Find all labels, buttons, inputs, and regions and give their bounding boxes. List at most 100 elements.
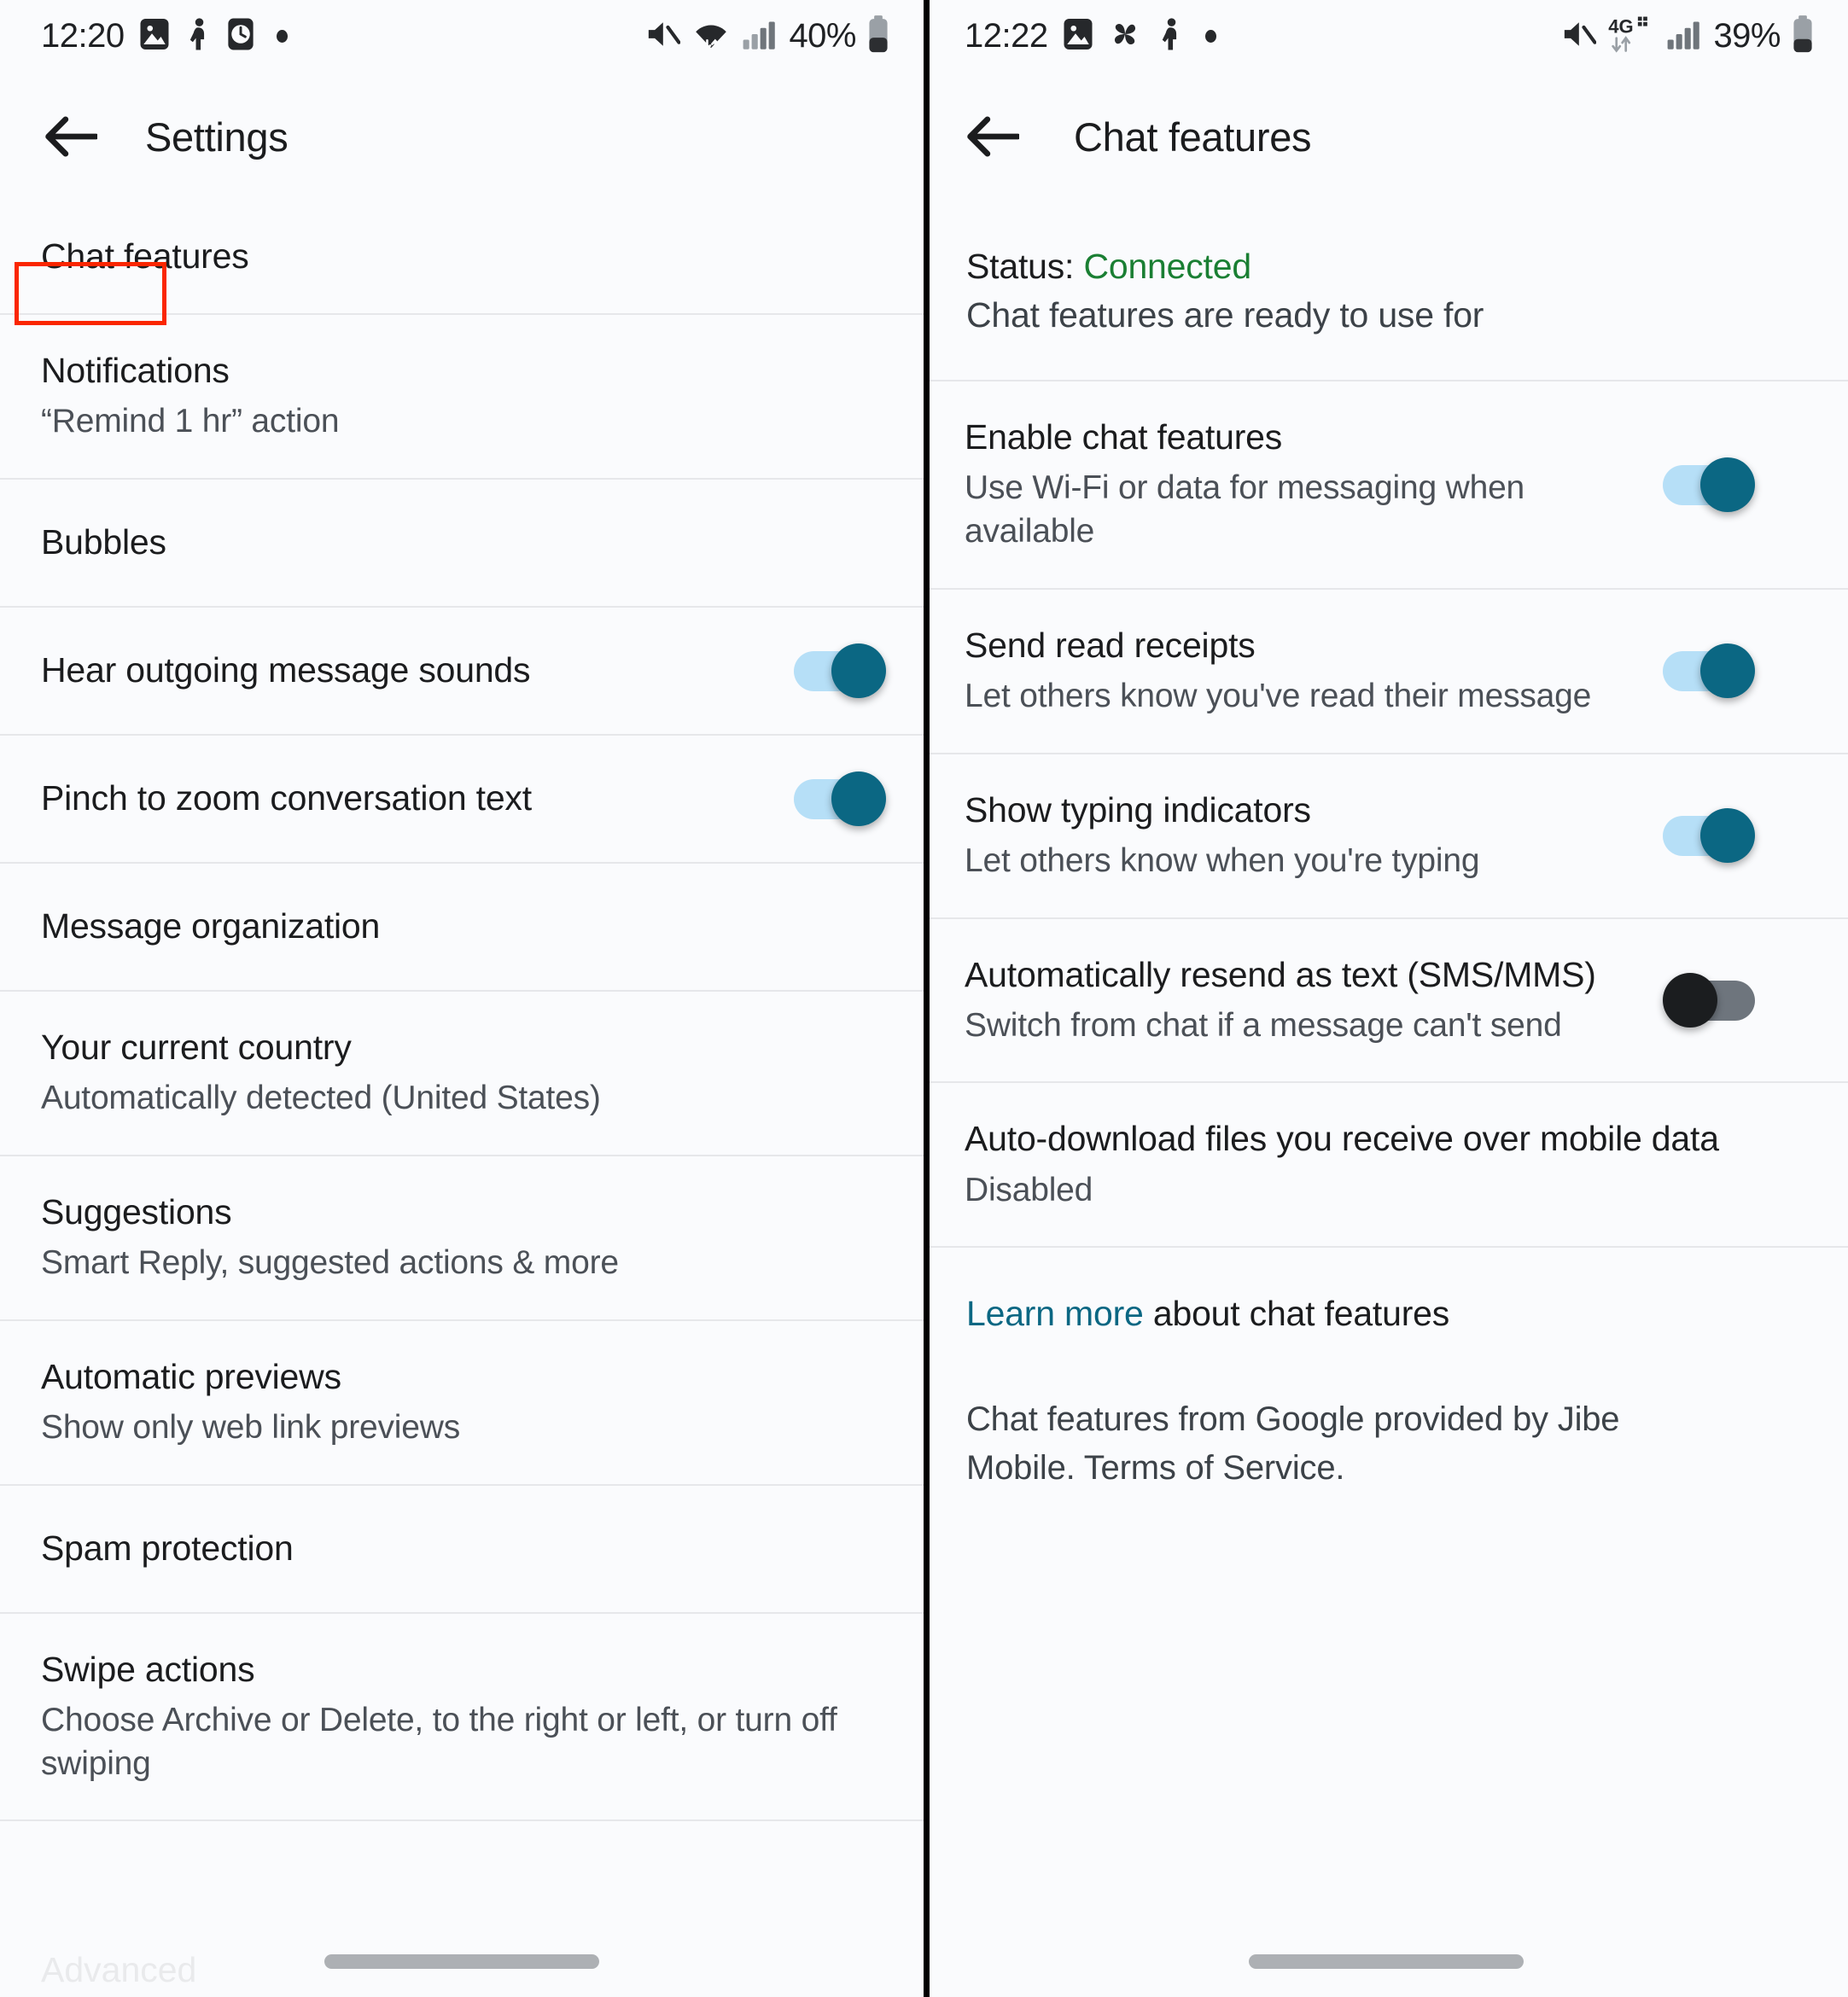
photo-icon xyxy=(139,17,170,55)
settings-list: Chat features Notifications “Remind 1 hr… xyxy=(0,201,924,1922)
toggle-hear-outgoing-message-sounds[interactable] xyxy=(794,643,886,698)
panel-divider xyxy=(924,0,930,1997)
row-title: Spam protection xyxy=(41,1527,886,1570)
home-indicator xyxy=(324,1954,599,1969)
wifi-icon xyxy=(691,16,731,56)
learn-more-row: Learn more about chat features xyxy=(924,1246,1848,1334)
row-title: Show typing indicators xyxy=(965,789,1639,832)
back-arrow-icon[interactable] xyxy=(966,110,1019,163)
settings-row-advanced-partial[interactable] xyxy=(0,1819,924,1922)
svg-text:4G: 4G xyxy=(1609,15,1634,37)
status-bar-left-group: 12:20 xyxy=(41,17,288,55)
mute-icon xyxy=(644,16,680,56)
chat-row-auto-download-files[interactable]: Auto-download files you receive over mob… xyxy=(924,1081,1848,1246)
chat-row-enable-chat-features[interactable]: Enable chat features Use Wi-Fi or data f… xyxy=(924,380,1848,588)
back-arrow-icon[interactable] xyxy=(44,110,97,163)
mute-icon xyxy=(1560,16,1596,56)
row-title: Hear outgoing message sounds xyxy=(41,649,770,692)
battery-percent-label: 40% xyxy=(789,17,856,55)
row-title: Chat features xyxy=(41,235,886,278)
settings-row-bubbles[interactable]: Bubbles xyxy=(0,478,924,606)
row-title: Your current country xyxy=(41,1026,886,1069)
settings-row-automatic-previews[interactable]: Automatic previews Show only web link pr… xyxy=(0,1319,924,1484)
status-bar-left-group: 12:22 xyxy=(965,17,1216,55)
battery-percent-label: 39% xyxy=(1713,17,1781,55)
page-title: Settings xyxy=(145,114,288,160)
row-subtitle: Smart Reply, suggested actions & more xyxy=(41,1242,886,1285)
row-title: Bubbles xyxy=(41,521,886,564)
toggle-enable-chat-features[interactable] xyxy=(1663,457,1755,512)
row-title: Send read receipts xyxy=(965,624,1639,667)
toggle-thumb xyxy=(1663,973,1717,1028)
settings-row-message-organization[interactable]: Message organization xyxy=(0,862,924,990)
toggle-pinch-to-zoom[interactable] xyxy=(794,771,886,826)
row-subtitle: Let others know when you're typing xyxy=(965,840,1639,883)
settings-row-notifications[interactable]: Notifications “Remind 1 hr” action xyxy=(0,313,924,478)
toggle-thumb xyxy=(1700,457,1755,512)
settings-row-swipe-actions[interactable]: Swipe actions Choose Archive or Delete, … xyxy=(0,1612,924,1820)
row-subtitle: Automatically detected (United States) xyxy=(41,1077,886,1121)
status-badge: Connected xyxy=(1083,247,1251,286)
row-title: Automatic previews xyxy=(41,1355,886,1399)
row-title: Message organization xyxy=(41,905,886,948)
settings-row-chat-features[interactable]: Chat features xyxy=(0,201,924,313)
status-label: Status: xyxy=(966,247,1074,286)
network-4g-icon: 4G xyxy=(1607,15,1655,57)
person-walking-icon xyxy=(1157,17,1184,55)
chat-features-list: Enable chat features Use Wi-Fi or data f… xyxy=(924,380,1848,1246)
row-subtitle: Switch from chat if a message can't send xyxy=(965,1004,1639,1048)
chat-features-screen: 12:22 xyxy=(924,0,1848,1997)
row-title: Pinch to zoom conversation text xyxy=(41,777,770,820)
chat-row-show-typing-indicators[interactable]: Show typing indicators Let others know w… xyxy=(924,753,1848,917)
dot-indicator-icon xyxy=(1205,30,1216,43)
settings-row-your-current-country[interactable]: Your current country Automatically detec… xyxy=(0,990,924,1155)
cell-signal-icon xyxy=(1666,16,1702,56)
row-subtitle: Use Wi-Fi or data for messaging when ava… xyxy=(965,467,1639,553)
dual-screenshot-container: 12:20 xyxy=(0,0,1848,1997)
row-title: Enable chat features xyxy=(965,416,1639,459)
settings-row-hear-outgoing-message-sounds[interactable]: Hear outgoing message sounds xyxy=(0,606,924,734)
status-bar-right-group: 4G 39% xyxy=(1560,15,1814,57)
row-subtitle: “Remind 1 hr” action xyxy=(41,400,886,444)
settings-row-suggestions[interactable]: Suggestions Smart Reply, suggested actio… xyxy=(0,1155,924,1319)
toggle-thumb xyxy=(831,771,886,826)
row-title: Automatically resend as text (SMS/MMS) xyxy=(965,953,1639,997)
toggle-thumb xyxy=(831,643,886,698)
learn-more-link[interactable]: Learn more xyxy=(966,1294,1144,1333)
alarm-clock-icon xyxy=(226,17,255,55)
learn-more-rest: about chat features xyxy=(1144,1294,1449,1333)
row-subtitle: Show only web link previews xyxy=(41,1406,886,1450)
battery-icon xyxy=(1792,15,1814,57)
toggle-auto-resend-as-text[interactable] xyxy=(1663,973,1755,1028)
status-bar-left: 12:20 xyxy=(0,0,924,73)
app-bar-settings: Settings xyxy=(0,73,924,201)
row-title: Swipe actions xyxy=(41,1648,886,1691)
row-title: Notifications xyxy=(41,349,886,393)
toggle-send-read-receipts[interactable] xyxy=(1663,643,1755,698)
row-subtitle: Disabled xyxy=(965,1169,1810,1213)
pinwheel-icon xyxy=(1108,17,1142,55)
chat-row-auto-resend-as-text[interactable]: Automatically resend as text (SMS/MMS) S… xyxy=(924,917,1848,1082)
toggle-show-typing-indicators[interactable] xyxy=(1663,808,1755,863)
footer-disclaimer: Chat features from Google provided by Ji… xyxy=(924,1334,1696,1493)
person-walking-icon xyxy=(184,17,212,55)
app-bar-chat-features: Chat features xyxy=(924,73,1848,201)
battery-icon xyxy=(867,15,889,57)
settings-row-pinch-to-zoom[interactable]: Pinch to zoom conversation text xyxy=(0,734,924,862)
toggle-thumb xyxy=(1700,643,1755,698)
row-title: Auto-download files you receive over mob… xyxy=(965,1117,1810,1161)
toggle-thumb xyxy=(1700,808,1755,863)
learn-more-text: Learn more about chat features xyxy=(966,1294,1449,1333)
home-indicator xyxy=(1249,1954,1524,1969)
row-title: Suggestions xyxy=(41,1191,886,1234)
row-subtitle: Let others know you've read their messag… xyxy=(965,675,1639,719)
cell-signal-icon xyxy=(742,16,778,56)
settings-row-advanced-label: Advanced xyxy=(41,1950,196,1990)
page-title: Chat features xyxy=(1074,114,1311,160)
dot-indicator-icon xyxy=(277,30,288,43)
settings-row-spam-protection[interactable]: Spam protection xyxy=(0,1484,924,1612)
status-line: Status: Connected xyxy=(966,247,1807,287)
chat-row-send-read-receipts[interactable]: Send read receipts Let others know you'v… xyxy=(924,588,1848,753)
settings-screen: 12:20 xyxy=(0,0,924,1997)
status-bar-clock: 12:22 xyxy=(965,17,1048,55)
